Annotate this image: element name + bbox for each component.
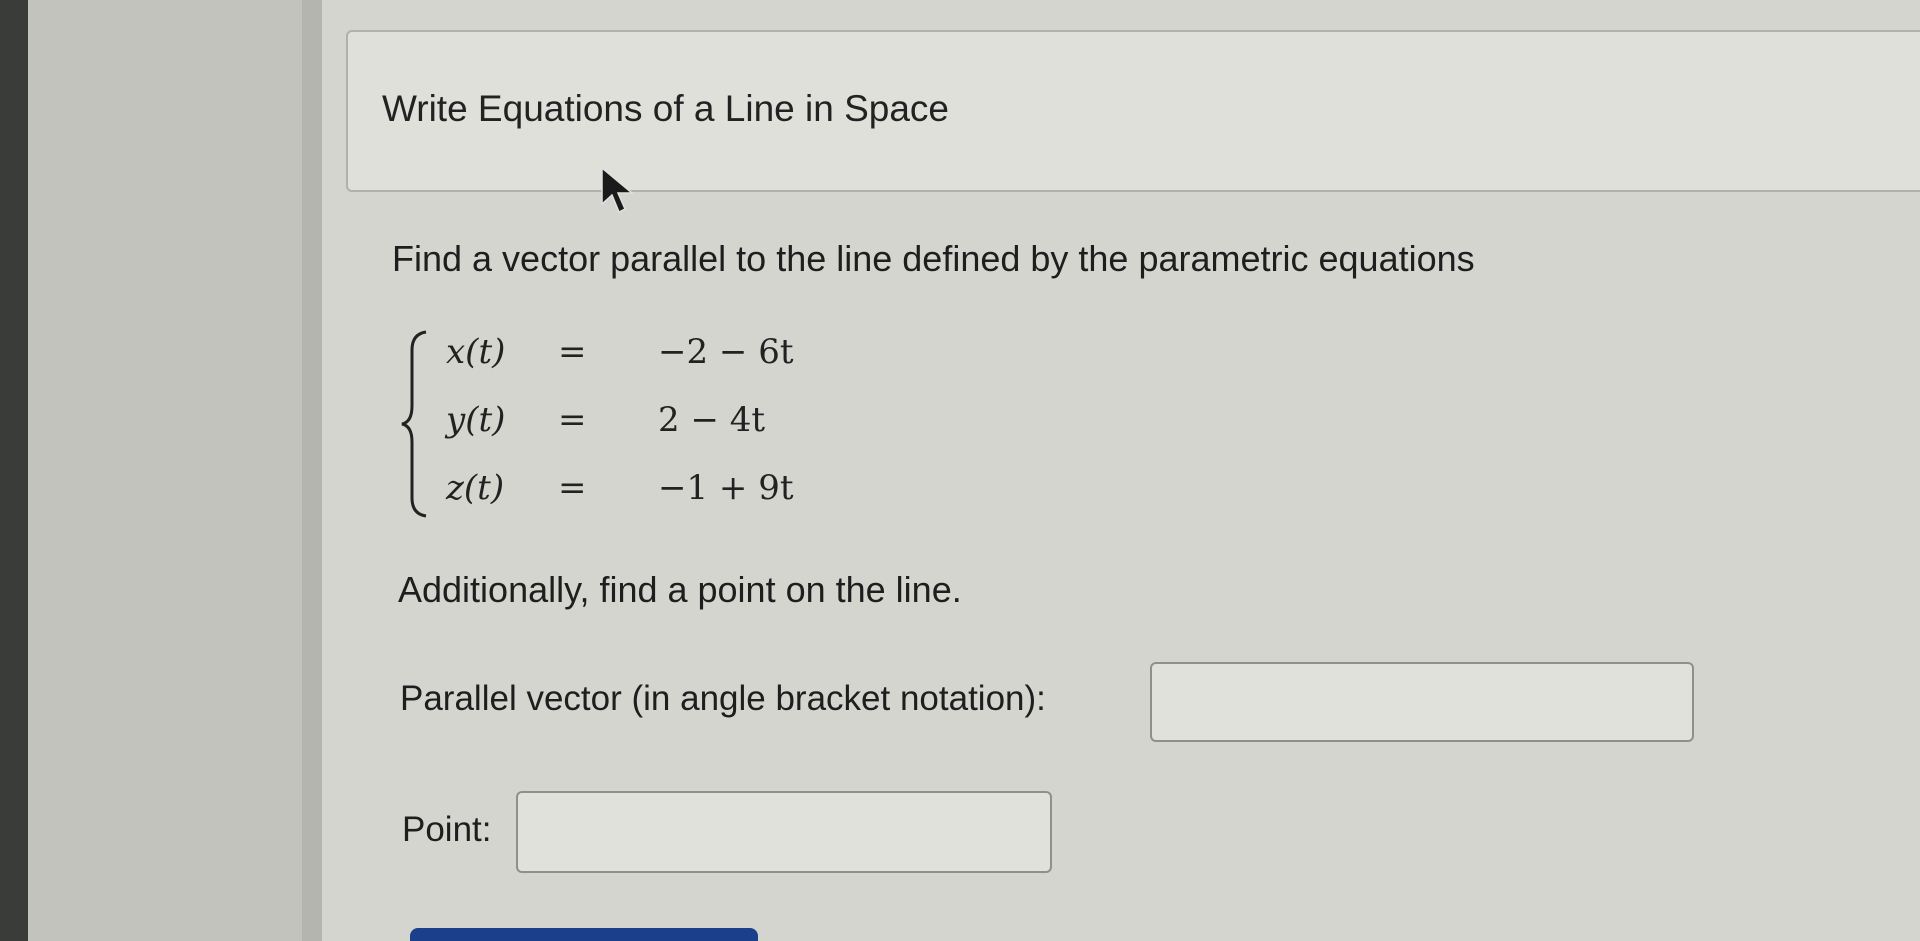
equation-rhs: −1 + 9t — [658, 468, 794, 508]
page-title: Write Equations of a Line in Space — [382, 88, 949, 129]
submit-button[interactable] — [410, 928, 758, 941]
screen-edge — [0, 0, 28, 941]
panel-divider — [302, 0, 322, 941]
equals-sign: = — [558, 332, 587, 372]
point-label: Point: — [402, 810, 492, 849]
question-text: Find a vector parallel to the line defin… — [392, 238, 1475, 279]
mouse-pointer-icon — [601, 166, 635, 214]
equation-lhs: x(t) — [446, 332, 506, 372]
equation-system: x(t) = −2 − 6t y(t) = 2 − 4t z(t) = −1 +… — [398, 328, 858, 520]
followup-text: Additionally, find a point on the line. — [398, 569, 962, 610]
point-input[interactable] — [516, 791, 1052, 873]
parallel-vector-label: Parallel vector (in angle bracket notati… — [400, 679, 1046, 718]
left-sidebar — [28, 0, 320, 941]
parallel-vector-input[interactable] — [1150, 662, 1694, 742]
equation-rhs: 2 − 4t — [658, 400, 766, 440]
equation-rhs: −2 − 6t — [658, 332, 794, 372]
equation-lhs: z(t) — [446, 468, 505, 508]
equals-sign: = — [558, 400, 587, 440]
equals-sign: = — [558, 468, 587, 508]
equation-lhs: y(t) — [446, 400, 506, 440]
